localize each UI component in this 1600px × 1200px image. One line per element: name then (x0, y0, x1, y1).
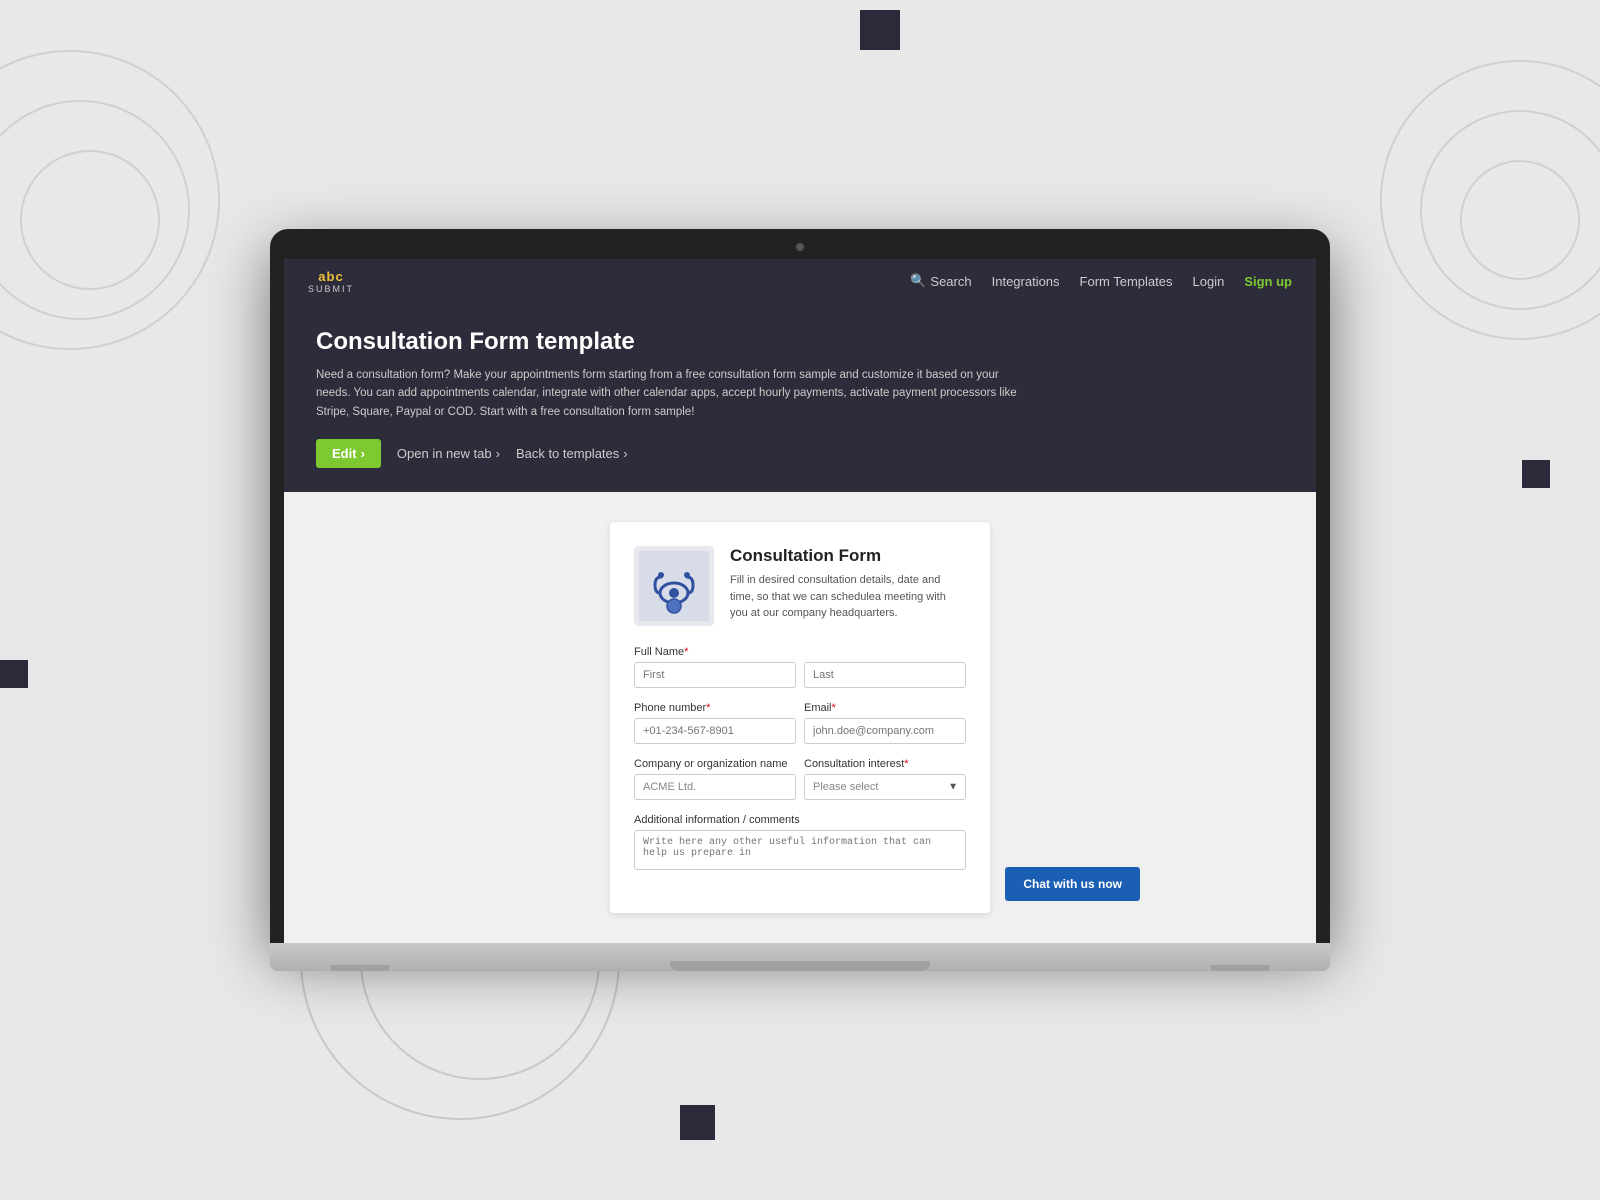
consultation-select-wrapper: Please select ▼ (804, 774, 966, 800)
page-title: Consultation Form template (316, 328, 1284, 356)
nav-login-label: Login (1193, 274, 1225, 289)
edit-button[interactable]: Edit › (316, 439, 381, 468)
consultation-group: Consultation interest* Please select ▼ (804, 758, 966, 800)
logo-text: abc (318, 269, 343, 284)
edit-label: Edit (332, 446, 357, 461)
company-interest-section: Company or organization name Consultatio… (634, 758, 966, 800)
additional-info-label: Additional information / comments (634, 814, 966, 826)
form-card: Consultation Form Fill in desired consul… (610, 522, 990, 913)
consultation-select[interactable]: Please select (804, 774, 966, 800)
laptop-wrapper: abc SUBMIT 🔍 Search Integrations Form Te… (270, 229, 1330, 971)
full-name-section: Full Name* (634, 646, 966, 688)
full-name-label-text: Full Name (634, 646, 684, 658)
consultation-label: Consultation interest* (804, 758, 966, 770)
form-title: Consultation Form (730, 546, 966, 566)
bg-square-2 (1522, 460, 1550, 488)
laptop-hinge (670, 961, 930, 971)
nav-login-link[interactable]: Login (1193, 274, 1225, 289)
email-group: Email* (804, 702, 966, 744)
phone-email-row: Phone number* Email* (634, 702, 966, 744)
hero-description: Need a consultation form? Make your appo… (316, 366, 1036, 421)
email-label: Email* (804, 702, 966, 714)
nav-logo: abc SUBMIT (308, 269, 354, 294)
back-to-templates-link[interactable]: Back to templates › (516, 446, 628, 461)
nav-form-templates-link[interactable]: Form Templates (1080, 274, 1173, 289)
chat-button[interactable]: Chat with us now (1005, 867, 1140, 901)
company-interest-row: Company or organization name Consultatio… (634, 758, 966, 800)
laptop-base (270, 943, 1330, 971)
consultation-required: * (904, 758, 908, 770)
form-header-image (634, 546, 714, 626)
bg-circle-2 (0, 100, 190, 320)
email-label-text: Email (804, 702, 832, 714)
nav-search-link[interactable]: 🔍 Search (910, 273, 971, 289)
first-name-input[interactable] (634, 662, 796, 688)
laptop-foot-left (330, 965, 390, 971)
phone-group: Phone number* (634, 702, 796, 744)
form-header-text: Consultation Form Fill in desired consul… (730, 546, 966, 626)
last-name-input[interactable] (804, 662, 966, 688)
phone-required: * (706, 702, 710, 714)
email-required: * (832, 702, 836, 714)
full-name-label: Full Name* (634, 646, 966, 658)
nav-signup-label: Sign up (1244, 274, 1292, 289)
back-to-templates-label: Back to templates (516, 446, 619, 461)
nav-bar: abc SUBMIT 🔍 Search Integrations Form Te… (284, 259, 1316, 304)
full-name-row (634, 662, 966, 688)
phone-label: Phone number* (634, 702, 796, 714)
chevron-right-icon-3: › (623, 446, 627, 461)
company-label: Company or organization name (634, 758, 796, 770)
bg-circle-8 (1460, 160, 1580, 280)
nav-search-label: Search (930, 274, 971, 289)
company-group: Company or organization name (634, 758, 796, 800)
nav-integrations-label: Integrations (992, 274, 1060, 289)
nav-signup-link[interactable]: Sign up (1244, 274, 1292, 289)
bg-square-1 (860, 10, 900, 50)
bg-circle-7 (1420, 110, 1600, 310)
nav-integrations-link[interactable]: Integrations (992, 274, 1060, 289)
bg-square-3 (0, 660, 28, 688)
phone-input[interactable] (634, 718, 796, 744)
chevron-right-icon-2: › (496, 446, 500, 461)
laptop-screen: abc SUBMIT 🔍 Search Integrations Form Te… (284, 259, 1316, 943)
additional-info-textarea[interactable] (634, 830, 966, 870)
email-input[interactable] (804, 718, 966, 744)
nav-form-templates-label: Form Templates (1080, 274, 1173, 289)
open-new-tab-label: Open in new tab (397, 446, 492, 461)
open-new-tab-link[interactable]: Open in new tab › (397, 446, 500, 461)
form-subtitle: Fill in desired consultation details, da… (730, 572, 966, 622)
form-header: Consultation Form Fill in desired consul… (634, 546, 966, 626)
phone-email-section: Phone number* Email* (634, 702, 966, 744)
additional-info-section: Additional information / comments (634, 814, 966, 875)
bg-circle-1 (0, 50, 220, 350)
stethoscope-image (639, 551, 709, 621)
bg-circle-6 (1380, 60, 1600, 340)
laptop-screen-outer: abc SUBMIT 🔍 Search Integrations Form Te… (270, 229, 1330, 943)
content-area: Consultation Form Fill in desired consul… (284, 492, 1316, 943)
nav-links: 🔍 Search Integrations Form Templates Log… (910, 273, 1292, 289)
company-input[interactable] (634, 774, 796, 800)
phone-label-text: Phone number (634, 702, 706, 714)
bg-square-4 (680, 1105, 715, 1140)
logo-sub: SUBMIT (308, 284, 354, 294)
full-name-required: * (684, 646, 688, 658)
bg-circle-3 (20, 150, 160, 290)
chevron-right-icon: › (361, 446, 365, 461)
consultation-label-text: Consultation interest (804, 758, 904, 770)
hero-actions: Edit › Open in new tab › Back to templat… (316, 439, 1284, 468)
hero-section: Consultation Form template Need a consul… (284, 304, 1316, 492)
laptop-foot-right (1210, 965, 1270, 971)
laptop-camera (796, 243, 804, 251)
search-icon: 🔍 (910, 273, 926, 289)
